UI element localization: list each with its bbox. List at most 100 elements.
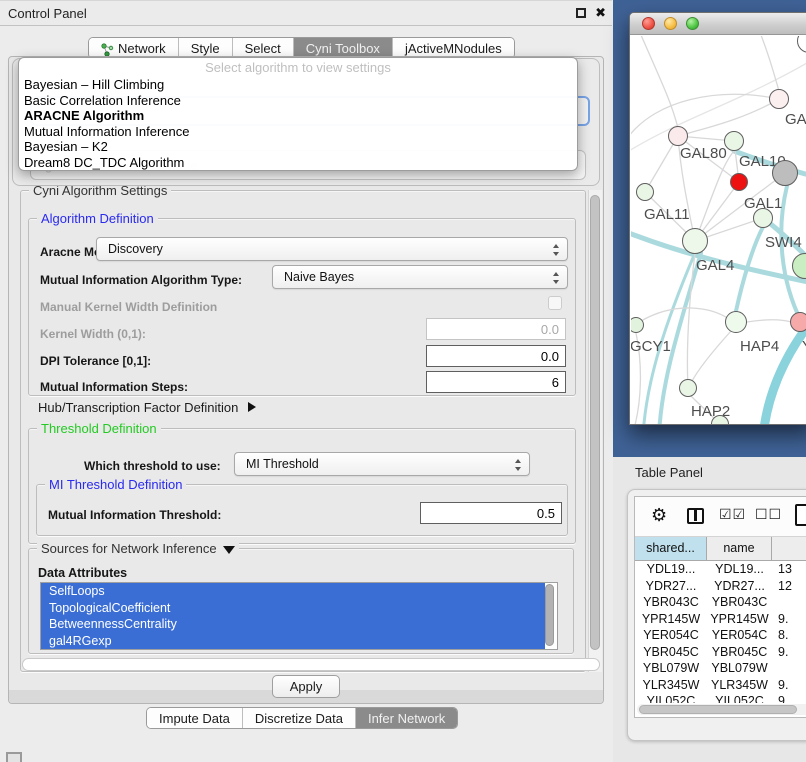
select-all-icon[interactable]: ☑☑ bbox=[719, 507, 746, 523]
attribute-item[interactable]: gal4RGexp bbox=[41, 633, 545, 650]
column-header-shared-name[interactable]: shared... bbox=[635, 537, 707, 560]
mi-steps-field[interactable] bbox=[426, 371, 566, 393]
chevron-updown-icon bbox=[515, 458, 522, 472]
algorithm-option[interactable]: ARACNE Algorithm bbox=[19, 108, 577, 124]
tab-style[interactable]: Style bbox=[179, 38, 233, 58]
network-node-y[interactable] bbox=[790, 312, 806, 332]
network-node-gal[interactable] bbox=[769, 89, 789, 109]
table-row[interactable]: YLR345WYLR345W9. bbox=[635, 677, 806, 694]
tab-jactivemnodules[interactable]: jActiveMNodules bbox=[393, 38, 514, 58]
tab-discretize-data[interactable]: Discretize Data bbox=[243, 708, 356, 728]
network-node-gal11[interactable] bbox=[636, 183, 654, 201]
aracne-mode-value: Discovery bbox=[108, 242, 163, 256]
tab-discretize-data-label: Discretize Data bbox=[255, 711, 343, 726]
network-node-hap4[interactable] bbox=[725, 311, 747, 333]
network-window-titlebar[interactable] bbox=[630, 13, 806, 35]
table-row[interactable]: YBL079WYBL079W bbox=[635, 660, 806, 677]
column-browser-icon[interactable] bbox=[687, 508, 704, 524]
table-row[interactable]: YER054CYER054C8. bbox=[635, 627, 806, 644]
kernel-width-field[interactable] bbox=[426, 318, 566, 340]
table-row[interactable]: YPR145WYPR145W9. bbox=[635, 611, 806, 628]
table-cell: YLR345W bbox=[707, 677, 772, 694]
network-node[interactable] bbox=[772, 160, 798, 186]
tab-select[interactable]: Select bbox=[233, 38, 294, 58]
float-window-icon[interactable] bbox=[576, 8, 586, 18]
column-header-clipped[interactable] bbox=[772, 537, 806, 560]
data-attributes-label: Data Attributes bbox=[38, 566, 127, 580]
attribute-item[interactable]: TopologicalCoefficient bbox=[41, 600, 545, 617]
attributes-scrollbar[interactable] bbox=[545, 584, 554, 646]
algorithm-option[interactable]: Mutual Information Inference bbox=[19, 124, 577, 140]
table-cell: 9. bbox=[772, 677, 806, 694]
algorithm-option[interactable]: Dream8 DC_TDC Algorithm bbox=[19, 155, 577, 171]
gear-icon[interactable]: ⚙ bbox=[651, 505, 667, 526]
data-attributes-list[interactable]: SelfLoopsTopologicalCoefficientBetweenne… bbox=[40, 582, 558, 650]
tab-impute-data[interactable]: Impute Data bbox=[147, 708, 243, 728]
algorithm-option[interactable]: Basic Correlation Inference bbox=[19, 93, 577, 109]
table-cell: YBR043C bbox=[635, 594, 707, 611]
manual-kernel-checkbox[interactable] bbox=[548, 296, 562, 310]
sources-title[interactable]: Sources for Network Inference bbox=[37, 541, 239, 556]
algorithm-option[interactable]: Bayesian – Hill Climbing bbox=[19, 77, 577, 93]
mi-type-select[interactable]: Naive Bayes bbox=[272, 265, 568, 289]
tab-network[interactable]: Network bbox=[89, 38, 179, 58]
mi-threshold-field[interactable] bbox=[420, 502, 562, 524]
hub-definition-expander[interactable]: Hub/Transcription Factor Definition bbox=[38, 400, 256, 415]
which-threshold-value: MI Threshold bbox=[246, 457, 319, 471]
attribute-item[interactable]: BetweennessCentrality bbox=[41, 616, 545, 633]
table-row[interactable]: YDR27...YDR27...12 bbox=[635, 578, 806, 595]
close-traffic-light-icon[interactable] bbox=[642, 17, 655, 30]
table-cell: YBR045C bbox=[707, 644, 772, 661]
algorithm-option[interactable]: Bayesian – K2 bbox=[19, 139, 577, 155]
threshold-definition-title: Threshold Definition bbox=[37, 421, 161, 436]
manual-kernel-label: Manual Kernel Width Definition bbox=[40, 300, 217, 314]
network-node-hap2[interactable] bbox=[679, 379, 697, 397]
dropdown-placeholder: Select algorithm to view settings bbox=[19, 58, 577, 77]
tab-infer-network[interactable]: Infer Network bbox=[356, 708, 457, 728]
network-node-swi4[interactable] bbox=[753, 208, 773, 228]
table-row[interactable]: YIL052CYIL052C9 bbox=[635, 693, 806, 703]
document-icon[interactable] bbox=[795, 504, 806, 526]
table-cell: 8. bbox=[772, 627, 806, 644]
mi-threshold-label: Mutual Information Threshold: bbox=[48, 508, 221, 522]
table-hscrollbar[interactable] bbox=[637, 704, 806, 715]
bottom-tabs: Impute Data Discretize Data Infer Networ… bbox=[146, 707, 458, 729]
close-icon[interactable]: ✖ bbox=[595, 5, 606, 21]
column-header-name[interactable]: name bbox=[707, 537, 772, 560]
tab-cyni-toolbox-label: Cyni Toolbox bbox=[306, 41, 380, 56]
table-row[interactable]: YDL19...YDL19...13 bbox=[635, 561, 806, 578]
table-cell: YIL052C bbox=[635, 693, 707, 703]
tab-cyni-toolbox[interactable]: Cyni Toolbox bbox=[294, 38, 393, 58]
chevron-updown-icon bbox=[553, 243, 560, 257]
which-threshold-select[interactable]: MI Threshold bbox=[234, 452, 530, 476]
table-cell: YBL079W bbox=[707, 660, 772, 677]
table-row[interactable]: YBR045CYBR045C9. bbox=[635, 644, 806, 661]
table-cell: 12 bbox=[772, 578, 806, 595]
minimize-traffic-light-icon[interactable] bbox=[664, 17, 677, 30]
dpi-tolerance-field[interactable] bbox=[426, 345, 566, 367]
table-row[interactable]: YBR043CYBR043C bbox=[635, 594, 806, 611]
expander-down-icon bbox=[223, 546, 235, 554]
table-hscrollbar-thumb[interactable] bbox=[639, 705, 797, 714]
settings-scrollbar-thumb[interactable] bbox=[590, 195, 600, 650]
network-node-gal80[interactable] bbox=[668, 126, 688, 146]
zoom-traffic-light-icon[interactable] bbox=[686, 17, 699, 30]
table-cell: YDR27... bbox=[707, 578, 772, 595]
network-node-gal10[interactable] bbox=[724, 131, 744, 151]
aracne-mode-select[interactable]: Discovery bbox=[96, 237, 568, 261]
deselect-all-icon[interactable]: ☐☐ bbox=[755, 507, 782, 523]
algorithm-definition-title: Algorithm Definition bbox=[37, 211, 158, 226]
algorithm-dropdown-popup: Select algorithm to view settings Bayesi… bbox=[18, 57, 578, 171]
dock-panel-icon[interactable] bbox=[6, 752, 22, 762]
network-canvas[interactable]: GALGAL80GAL10GAL1GAL11SWI4GAL4GCY1HAP4YH… bbox=[631, 36, 806, 424]
apply-button[interactable]: Apply bbox=[272, 675, 340, 698]
network-node-gal1[interactable] bbox=[730, 173, 748, 191]
mi-threshold-title: MI Threshold Definition bbox=[45, 477, 186, 492]
table-cell: 9. bbox=[772, 644, 806, 661]
node-label: GAL4 bbox=[696, 257, 734, 274]
network-node-gal4[interactable] bbox=[682, 228, 708, 254]
table-cell: 9. bbox=[772, 611, 806, 628]
attribute-item[interactable]: SelfLoops bbox=[41, 583, 545, 600]
table-cell: YPR145W bbox=[635, 611, 707, 628]
settings-hscrollbar[interactable] bbox=[22, 658, 600, 671]
